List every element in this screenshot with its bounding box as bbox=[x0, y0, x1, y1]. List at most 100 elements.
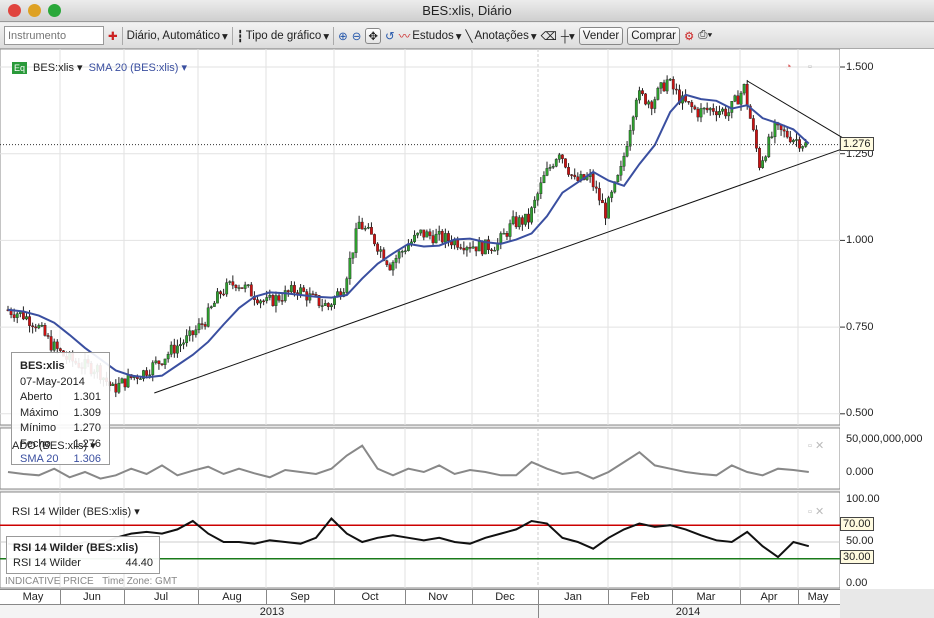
crosshair-icon[interactable]: ┼▾ bbox=[561, 29, 575, 43]
symbol-dropdown[interactable]: BES:xlis ▾ bbox=[33, 61, 83, 74]
candle bbox=[708, 108, 712, 111]
candle bbox=[259, 300, 262, 304]
print-icon[interactable]: ⎙▾ bbox=[698, 29, 712, 42]
add-compare-icon[interactable]: ✚ bbox=[108, 29, 118, 43]
month-divider bbox=[405, 590, 406, 605]
candle bbox=[366, 227, 370, 229]
candle bbox=[631, 116, 635, 131]
candle bbox=[206, 307, 210, 327]
month-divider bbox=[740, 590, 741, 605]
candle bbox=[622, 155, 626, 167]
candle bbox=[360, 221, 364, 230]
clock-icon[interactable]: ◔ bbox=[785, 61, 792, 73]
candle bbox=[31, 325, 35, 328]
buy-button[interactable]: Comprar bbox=[627, 26, 680, 45]
toolbar: ✚ Diário, Automático▾ ┇Tipo de gráfico▾ … bbox=[0, 23, 934, 49]
candle bbox=[216, 291, 219, 304]
ado-axis-label: 0.000 bbox=[846, 466, 874, 478]
candle bbox=[403, 250, 407, 252]
candle bbox=[459, 247, 463, 249]
candle bbox=[283, 290, 287, 301]
candle bbox=[357, 221, 361, 229]
candle bbox=[385, 260, 389, 265]
candle bbox=[379, 249, 383, 252]
candle bbox=[576, 176, 580, 181]
reset-icon[interactable]: ↺ bbox=[385, 29, 395, 43]
price-axis-label: 0.500 bbox=[846, 407, 874, 419]
tooltip-row: Mínimo 1.270 bbox=[20, 422, 101, 434]
pane-maximize-icon[interactable]: ▫ bbox=[808, 61, 812, 73]
candle bbox=[604, 202, 607, 219]
pan-icon[interactable]: ✥ bbox=[365, 27, 382, 44]
candle bbox=[647, 101, 651, 105]
rsi-dropdown[interactable]: RSI 14 Wilder (BES:xlis) ▾ bbox=[12, 505, 140, 518]
candle bbox=[456, 239, 460, 248]
instrument-input[interactable] bbox=[4, 26, 104, 45]
candle bbox=[373, 234, 376, 245]
candle bbox=[237, 287, 241, 289]
month-divider bbox=[266, 590, 267, 605]
eraser-icon[interactable]: ⌫ bbox=[541, 29, 557, 43]
candle bbox=[801, 146, 805, 149]
candle bbox=[194, 329, 198, 336]
chart-area[interactable]: Eq BES:xlis ▾ SMA 20 (BES:xlis) ▾ ◔ ▫ 1.… bbox=[0, 49, 934, 618]
candle bbox=[773, 122, 777, 137]
candle bbox=[561, 154, 564, 159]
studies-dropdown[interactable]: 〰 Estudos ▾ bbox=[399, 28, 462, 44]
ado-pane-close-icon[interactable]: ▫ ✕ bbox=[808, 439, 824, 452]
candle bbox=[628, 130, 632, 147]
candle bbox=[770, 136, 774, 138]
candle bbox=[145, 370, 148, 376]
chart-type-dropdown[interactable]: ┇ Tipo de gráfico ▾ bbox=[237, 29, 329, 43]
candle bbox=[428, 231, 432, 236]
annotations-dropdown[interactable]: ╲ Anotações ▾ bbox=[466, 29, 537, 43]
zoom-out-icon[interactable]: ⊖ bbox=[352, 29, 362, 43]
footer-note: INDICATIVE PRICE Time Zone: GMT bbox=[5, 576, 178, 587]
chart-canvas[interactable] bbox=[0, 49, 934, 618]
month-divider bbox=[798, 590, 799, 605]
month-label: Jan bbox=[564, 591, 582, 603]
candle bbox=[163, 358, 167, 365]
sell-button[interactable]: Vender bbox=[578, 26, 624, 45]
candle bbox=[594, 186, 598, 189]
candle bbox=[431, 235, 435, 244]
candle bbox=[508, 223, 512, 237]
close-window-button[interactable] bbox=[8, 4, 21, 17]
period-dropdown[interactable]: Diário, Automático ▾ bbox=[127, 29, 228, 43]
candle bbox=[151, 362, 155, 376]
rsi-70-tag: 70.00 bbox=[840, 517, 874, 531]
candle bbox=[388, 264, 392, 271]
candle bbox=[191, 330, 195, 336]
tooltip-row: Máximo 1.309 bbox=[20, 406, 101, 419]
candle bbox=[671, 78, 675, 90]
month-divider bbox=[124, 590, 125, 605]
candle bbox=[302, 287, 306, 292]
candle bbox=[724, 108, 728, 117]
candle bbox=[570, 174, 574, 176]
candle bbox=[542, 175, 546, 184]
price-axis-label: 1.500 bbox=[846, 61, 874, 73]
candle bbox=[265, 297, 269, 302]
settings-icon[interactable]: ⚙ bbox=[684, 29, 694, 43]
ado-dropdown[interactable]: ADO (BES:xlis) ▾ bbox=[12, 439, 96, 452]
month-label: Aug bbox=[222, 591, 242, 603]
candle bbox=[715, 111, 718, 116]
candle bbox=[416, 232, 420, 236]
equity-icon: Eq bbox=[12, 61, 28, 74]
zoom-in-icon[interactable]: ⊕ bbox=[338, 29, 348, 43]
sma-dropdown[interactable]: SMA 20 (BES:xlis) ▾ bbox=[89, 61, 187, 74]
minimize-window-button[interactable] bbox=[28, 4, 41, 17]
main-legend: Eq BES:xlis ▾ SMA 20 (BES:xlis) ▾ bbox=[12, 61, 187, 74]
candle bbox=[539, 182, 543, 194]
candle bbox=[225, 282, 229, 295]
candle bbox=[43, 325, 47, 336]
candle bbox=[471, 246, 475, 249]
candle bbox=[634, 99, 638, 118]
rsi-pane-close-icon[interactable]: ▫ ✕ bbox=[808, 505, 824, 518]
candle bbox=[120, 378, 124, 384]
candle bbox=[662, 82, 666, 92]
month-label: Oct bbox=[361, 591, 379, 603]
maximize-window-button[interactable] bbox=[48, 4, 61, 17]
candle bbox=[55, 341, 59, 349]
candle bbox=[745, 84, 749, 107]
